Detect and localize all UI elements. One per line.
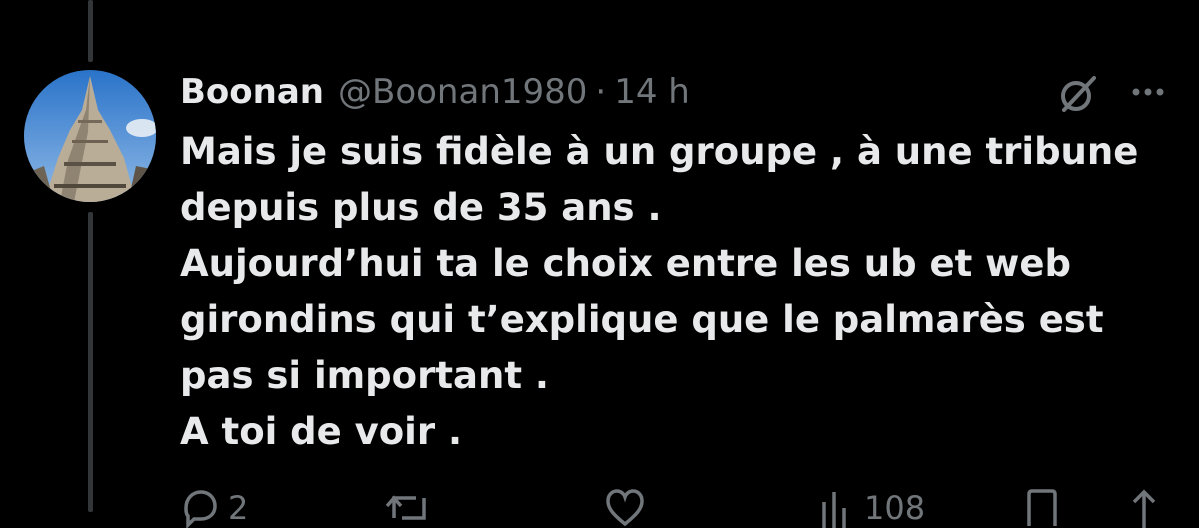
reply-button[interactable]: 2 <box>180 488 248 528</box>
tweet-text-line: A toi de voir . <box>180 410 463 453</box>
views-count: 108 <box>864 489 926 527</box>
display-name[interactable]: Boonan <box>180 66 324 118</box>
tweet-text-line: depuis plus de 35 ans . <box>180 186 662 229</box>
separator-dot: · <box>595 72 607 112</box>
views-button[interactable]: 108 <box>816 488 925 528</box>
avatar[interactable] <box>24 70 156 202</box>
grok-icon[interactable] <box>1056 72 1100 116</box>
timestamp[interactable]: 14 h <box>614 66 690 118</box>
retweet-icon <box>385 495 426 520</box>
more-options-icon[interactable] <box>1124 74 1172 114</box>
thread-connector-line-bottom <box>88 212 93 512</box>
like-icon <box>606 489 644 527</box>
like-button[interactable] <box>604 488 646 528</box>
tweet-text-line: girondins qui t’explique que le palmarès… <box>180 298 1104 341</box>
bookmark-button[interactable] <box>1024 488 1060 528</box>
share-icon <box>1132 489 1156 528</box>
tweet-header: Boonan @Boonan1980 · 14 h <box>180 66 690 118</box>
reply-icon <box>184 490 217 528</box>
user-handle[interactable]: @Boonan1980 <box>338 66 587 118</box>
share-button[interactable] <box>1124 488 1164 528</box>
retweet-button[interactable] <box>384 488 434 528</box>
avatar-temple-photo <box>24 70 156 202</box>
views-icon <box>822 492 846 528</box>
reply-count: 2 <box>228 489 249 527</box>
bookmark-icon <box>1027 489 1057 526</box>
tweet-text: Mais je suis fidèle à un groupe , à une … <box>180 124 1180 460</box>
thread-connector-line <box>88 0 93 62</box>
tweet-text-line: Aujourd’hui ta le choix entre les ub et … <box>180 242 1071 285</box>
tweet-text-line: pas si important . <box>180 354 549 397</box>
tweet-text-line: Mais je suis fidèle à un groupe , à une … <box>180 130 1139 173</box>
